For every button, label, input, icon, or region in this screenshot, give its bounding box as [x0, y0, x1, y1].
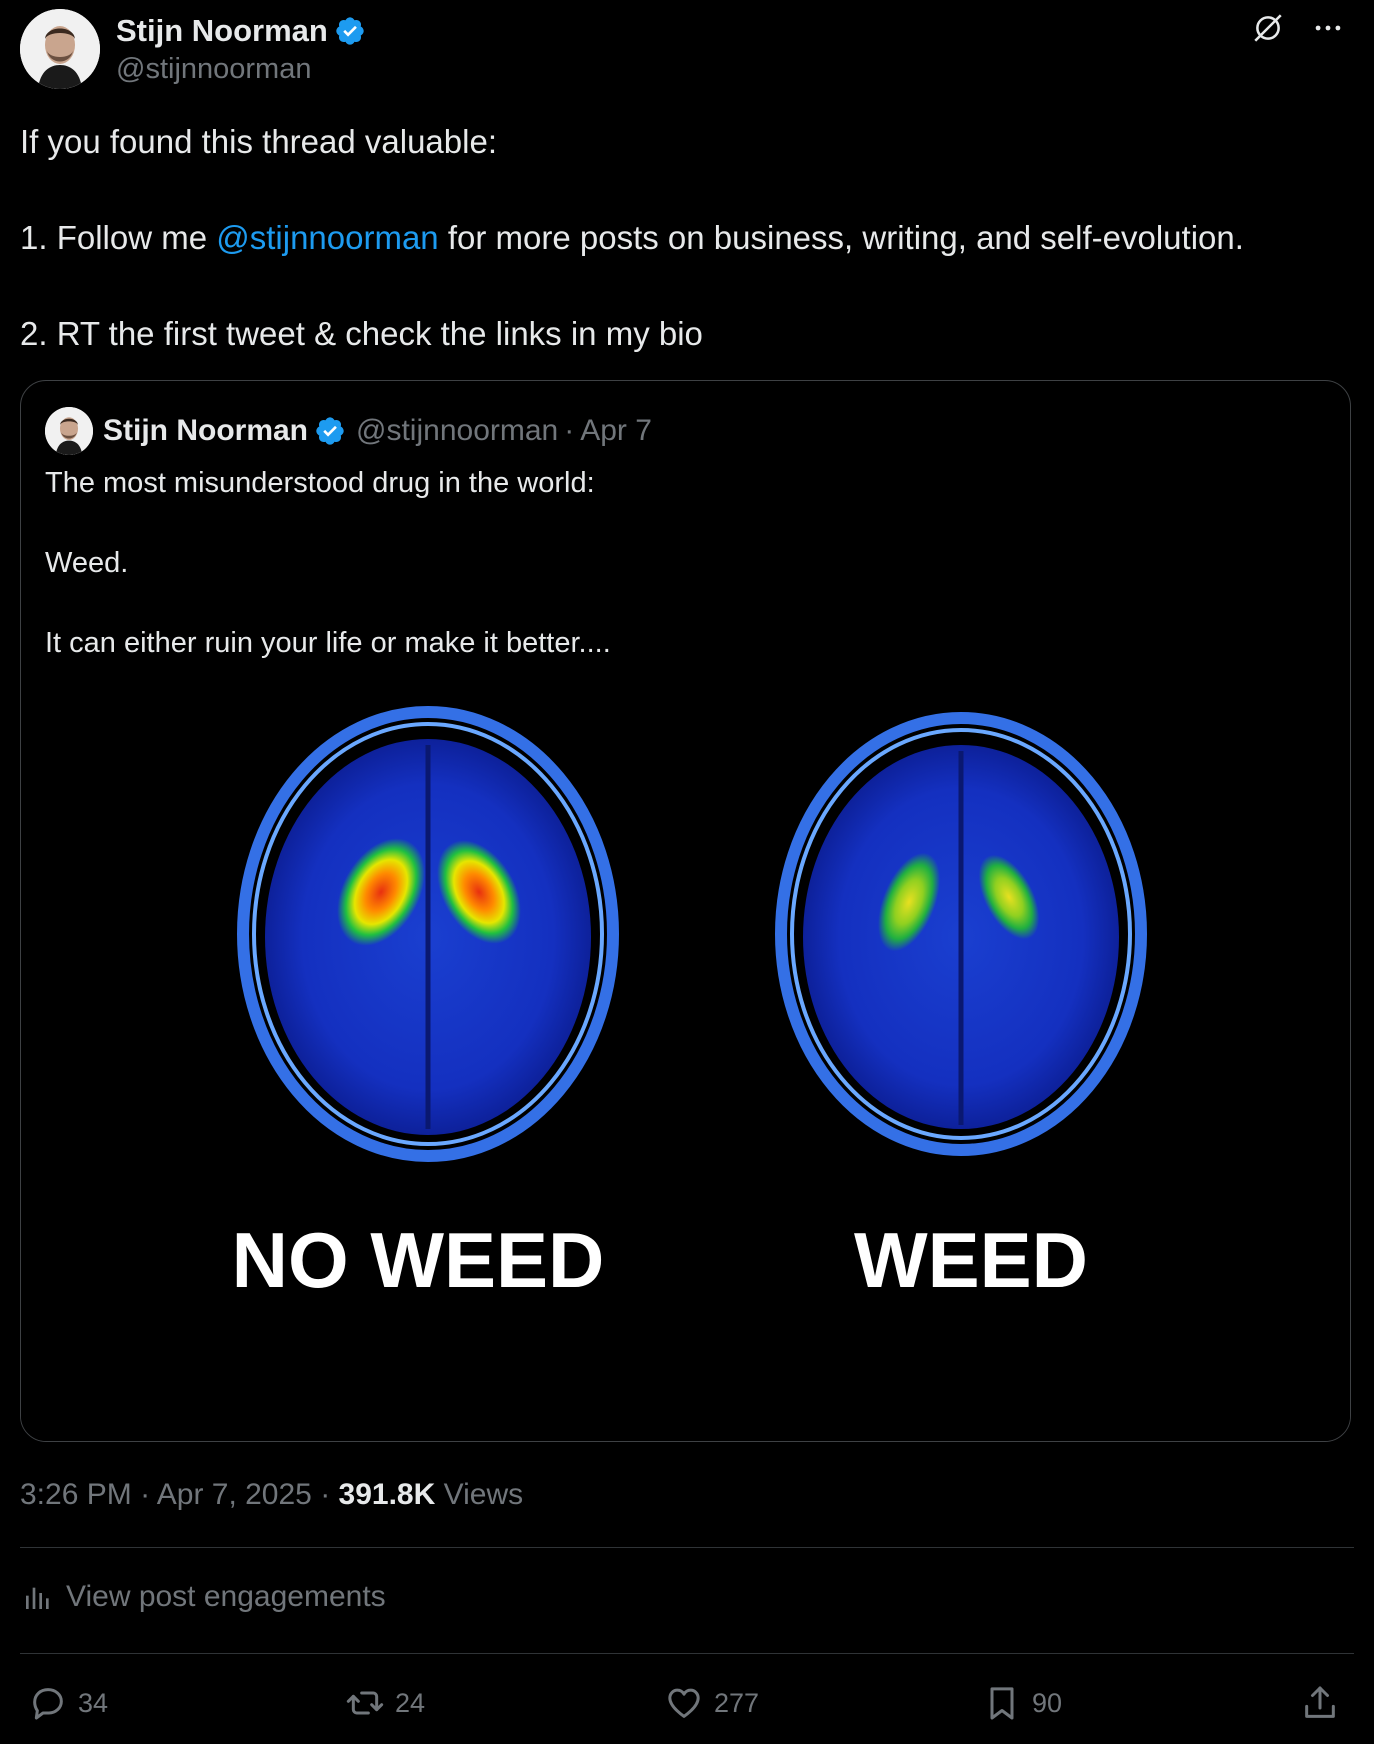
quoted-line-3: It can either ruin your life or make it … — [45, 627, 611, 659]
bookmark-button[interactable]: 90 — [982, 1675, 1062, 1731]
label-weed: WEED — [854, 1216, 1088, 1304]
brain-scan-weed — [775, 712, 1147, 1156]
verified-badge-icon — [336, 16, 364, 45]
bookmark-count: 90 — [1032, 1687, 1063, 1718]
author-name[interactable]: Stijn Noorman — [116, 13, 328, 49]
reply-button[interactable]: 34 — [28, 1675, 108, 1731]
repost-button[interactable]: 24 — [345, 1675, 425, 1731]
quoted-media-image[interactable]: NO WEED WEED — [21, 687, 1350, 1441]
like-count: 277 — [714, 1687, 760, 1718]
quoted-tweet-header: Stijn Noorman @stijnnoorman · Apr 7 — [45, 407, 652, 455]
tweet-line-3: 2. RT the first tweet & check the links … — [20, 315, 703, 352]
views-label: Views — [435, 1478, 524, 1511]
divider — [20, 1653, 1354, 1654]
view-post-engagements-label: View post engagements — [66, 1580, 386, 1613]
grok-icon[interactable] — [1250, 10, 1286, 46]
header-actions — [1250, 10, 1346, 46]
like-button[interactable]: 277 — [664, 1675, 759, 1731]
tweet-actions: 34 24 277 90 — [20, 1675, 1354, 1731]
repost-count: 24 — [395, 1687, 426, 1718]
mention-link[interactable]: @stijnnoorman — [216, 219, 438, 256]
quoted-date: Apr 7 — [580, 414, 652, 447]
author-name-row: Stijn Noorman — [116, 13, 366, 49]
quoted-tweet-card[interactable]: Stijn Noorman @stijnnoorman · Apr 7 The … — [20, 380, 1351, 1442]
quoted-author-name: Stijn Noorman — [103, 414, 309, 447]
tweet-date[interactable]: Apr 7, 2025 — [157, 1478, 312, 1511]
view-post-engagements-link[interactable]: View post engagements — [22, 1580, 386, 1614]
tweet-header: Stijn Noorman @stijnnoorman — [20, 8, 1354, 90]
tweet-line-1: If you found this thread valuable: — [20, 123, 497, 160]
like-icon — [668, 1688, 700, 1718]
tweet-line-2-prefix: 1. Follow me — [20, 219, 217, 256]
quoted-tweet-text: The most misunderstood drug in the world… — [45, 463, 1325, 663]
repost-icon — [346, 1691, 384, 1715]
reply-icon — [33, 1688, 63, 1720]
more-icon[interactable] — [1310, 10, 1346, 46]
tweet-text: If you found this thread valuable: 1. Fo… — [20, 118, 1354, 358]
tweet-detail: Stijn Noorman @stijnnoorman If you found… — [0, 0, 1374, 1744]
verified-badge-icon — [316, 417, 344, 445]
meta-separator: · — [311, 1478, 339, 1511]
author-handle[interactable]: @stijnnoorman — [116, 53, 366, 86]
quoted-author-avatar — [45, 407, 93, 455]
divider — [20, 1547, 1354, 1548]
quoted-line-1: The most misunderstood drug in the world… — [45, 467, 595, 499]
share-icon — [1305, 1686, 1335, 1718]
share-button[interactable] — [1300, 1675, 1350, 1731]
quoted-line-2: Weed. — [45, 547, 129, 579]
tweet-time[interactable]: 3:26 PM — [20, 1478, 132, 1511]
tweet-meta: 3:26 PM · Apr 7, 2025 · 391.8K Views — [20, 1478, 523, 1512]
tweet-line-2: 1. Follow me @stijnnoorman for more post… — [20, 214, 1354, 262]
author-avatar[interactable] — [20, 9, 100, 89]
author-info: Stijn Noorman @stijnnoorman — [116, 13, 366, 86]
tweet-line-2-suffix: for more posts on business, writing, and… — [438, 219, 1244, 256]
meta-separator: · — [131, 1478, 157, 1511]
quoted-separator: · — [564, 414, 575, 447]
bookmark-icon — [990, 1687, 1014, 1720]
analytics-icon — [26, 1587, 49, 1609]
quoted-author-handle: @stijnnoorman — [356, 414, 559, 447]
brain-scan-no-weed — [237, 706, 619, 1162]
label-no-weed: NO WEED — [232, 1216, 605, 1304]
views-count: 391.8K — [338, 1478, 436, 1511]
reply-count: 34 — [78, 1687, 109, 1718]
